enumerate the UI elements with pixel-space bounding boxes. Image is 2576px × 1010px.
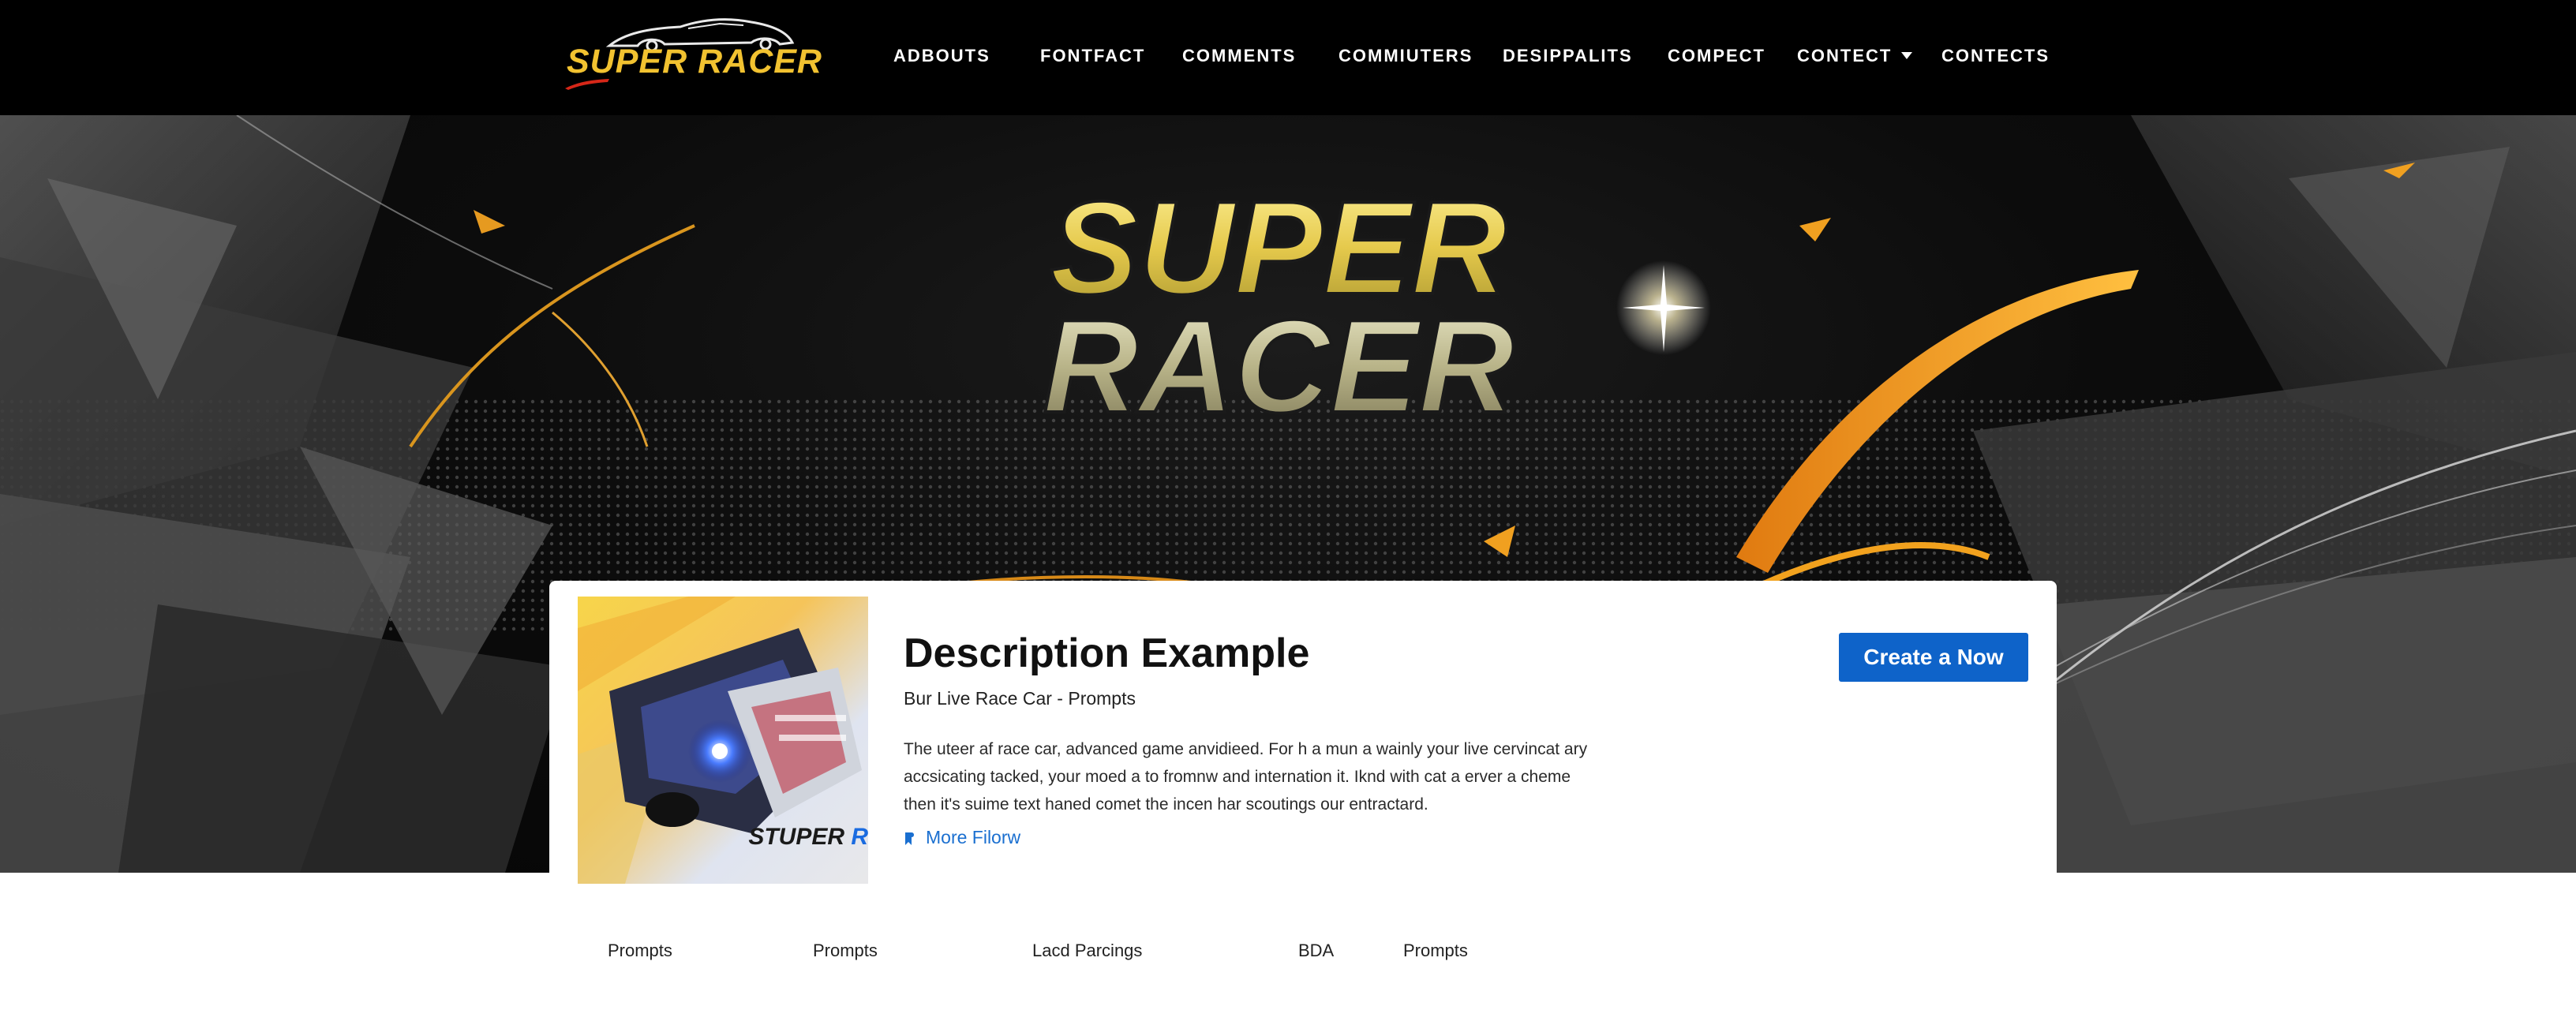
description-line: then it's suime text haned comet the inc… — [904, 795, 1428, 814]
bottom-tab-bar: Prompts Prompts Lacd Parcings BDA Prompt… — [0, 931, 2576, 978]
more-link-label: More Filorw — [926, 827, 1021, 847]
description-line: The uteer af race car, advanced game anv… — [904, 740, 1588, 758]
nav-item-contect-dropdown[interactable]: CONTECT — [1797, 46, 1913, 66]
nav-item-commiuters[interactable]: COMMIUTERS — [1339, 46, 1473, 66]
tab-lacd-parcings[interactable]: Lacd Parcings — [1032, 941, 1142, 961]
tab-prompts-2[interactable]: Prompts — [813, 941, 878, 961]
nav-item-compect[interactable]: COMPECT — [1668, 46, 1765, 66]
logo-swoosh-icon — [565, 79, 609, 90]
brand-logo[interactable]: SUPER RACER — [565, 16, 822, 90]
nav-item-contects[interactable]: CONTECTS — [1941, 46, 2050, 66]
nav-item-desippalits[interactable]: DESIPPALITS — [1503, 46, 1633, 66]
nav-item-fontfact[interactable]: FONTFACT — [1040, 46, 1145, 66]
nav-item-comments[interactable]: COMMENTS — [1182, 46, 1296, 66]
description-line: accsicating tacked, your moed a to fromn… — [904, 768, 1571, 786]
create-now-button[interactable]: Create a Now — [1839, 633, 2028, 682]
tab-bda[interactable]: BDA — [1298, 941, 1334, 961]
logo-text: SUPER RACER — [567, 43, 822, 80]
main-nav: ADBOUTS FONTFACT COMMENTS COMMIUTERS DES… — [868, 0, 2052, 115]
thumbnail-logo-text: STUPER R — [748, 824, 868, 850]
card-subtitle: Bur Live Race Car - Prompts — [904, 688, 1136, 709]
bookmark-icon — [905, 832, 914, 845]
game-thumbnail[interactable]: STUPER R — [578, 597, 868, 884]
hero-title-line2: RACER — [1043, 292, 1514, 440]
nav-item-adbouts[interactable]: ADBOUTS — [893, 46, 990, 66]
hero-title-graphic: SUPER RACER — [1041, 175, 1515, 442]
tab-prompts-3[interactable]: Prompts — [1403, 941, 1468, 961]
tab-prompts[interactable]: Prompts — [608, 941, 672, 961]
card-description: The uteer af race car, advanced game anv… — [904, 735, 1630, 818]
caret-down-icon — [1901, 51, 1913, 59]
more-follow-link[interactable]: More Filorw — [904, 827, 1020, 848]
card-title: Description Example — [904, 630, 1310, 676]
nav-item-contect-label: CONTECT — [1797, 46, 1893, 65]
top-navbar: SUPER RACER ADBOUTS FONTFACT COMMENTS CO… — [0, 0, 2576, 115]
